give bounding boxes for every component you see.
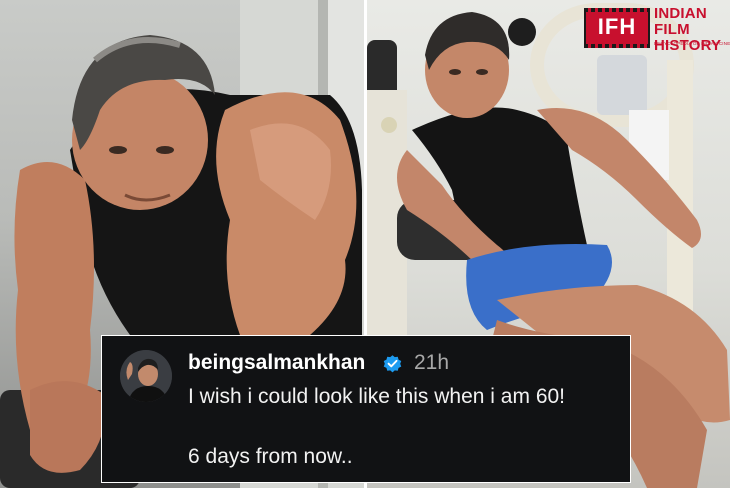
- logo-film-strip-bottom: [584, 44, 650, 48]
- brand-logo: IFH INDIAN FILM HISTORY ENCYCLOPEDIA OF …: [584, 6, 730, 54]
- caption-line-2: 6 days from now..: [188, 445, 353, 468]
- logo-film-strip-top: [584, 8, 650, 12]
- logo-tagline: ENCYCLOPEDIA OF INDIAN CINEMA: [654, 41, 730, 46]
- avatar[interactable]: [120, 350, 172, 402]
- post-timestamp: 21h: [414, 351, 450, 374]
- username[interactable]: beingsalmankhan: [188, 350, 365, 376]
- instagram-caption-card: beingsalmankhan 21h I wish i could look …: [101, 335, 631, 483]
- avatar-image: [120, 350, 172, 402]
- logo-abbreviation: IFH: [597, 14, 637, 39]
- logo-name: INDIAN FILM HISTORY: [654, 5, 722, 54]
- verified-badge-icon: [383, 355, 402, 373]
- caption-line-1: I wish i could look like this when i am …: [188, 385, 566, 408]
